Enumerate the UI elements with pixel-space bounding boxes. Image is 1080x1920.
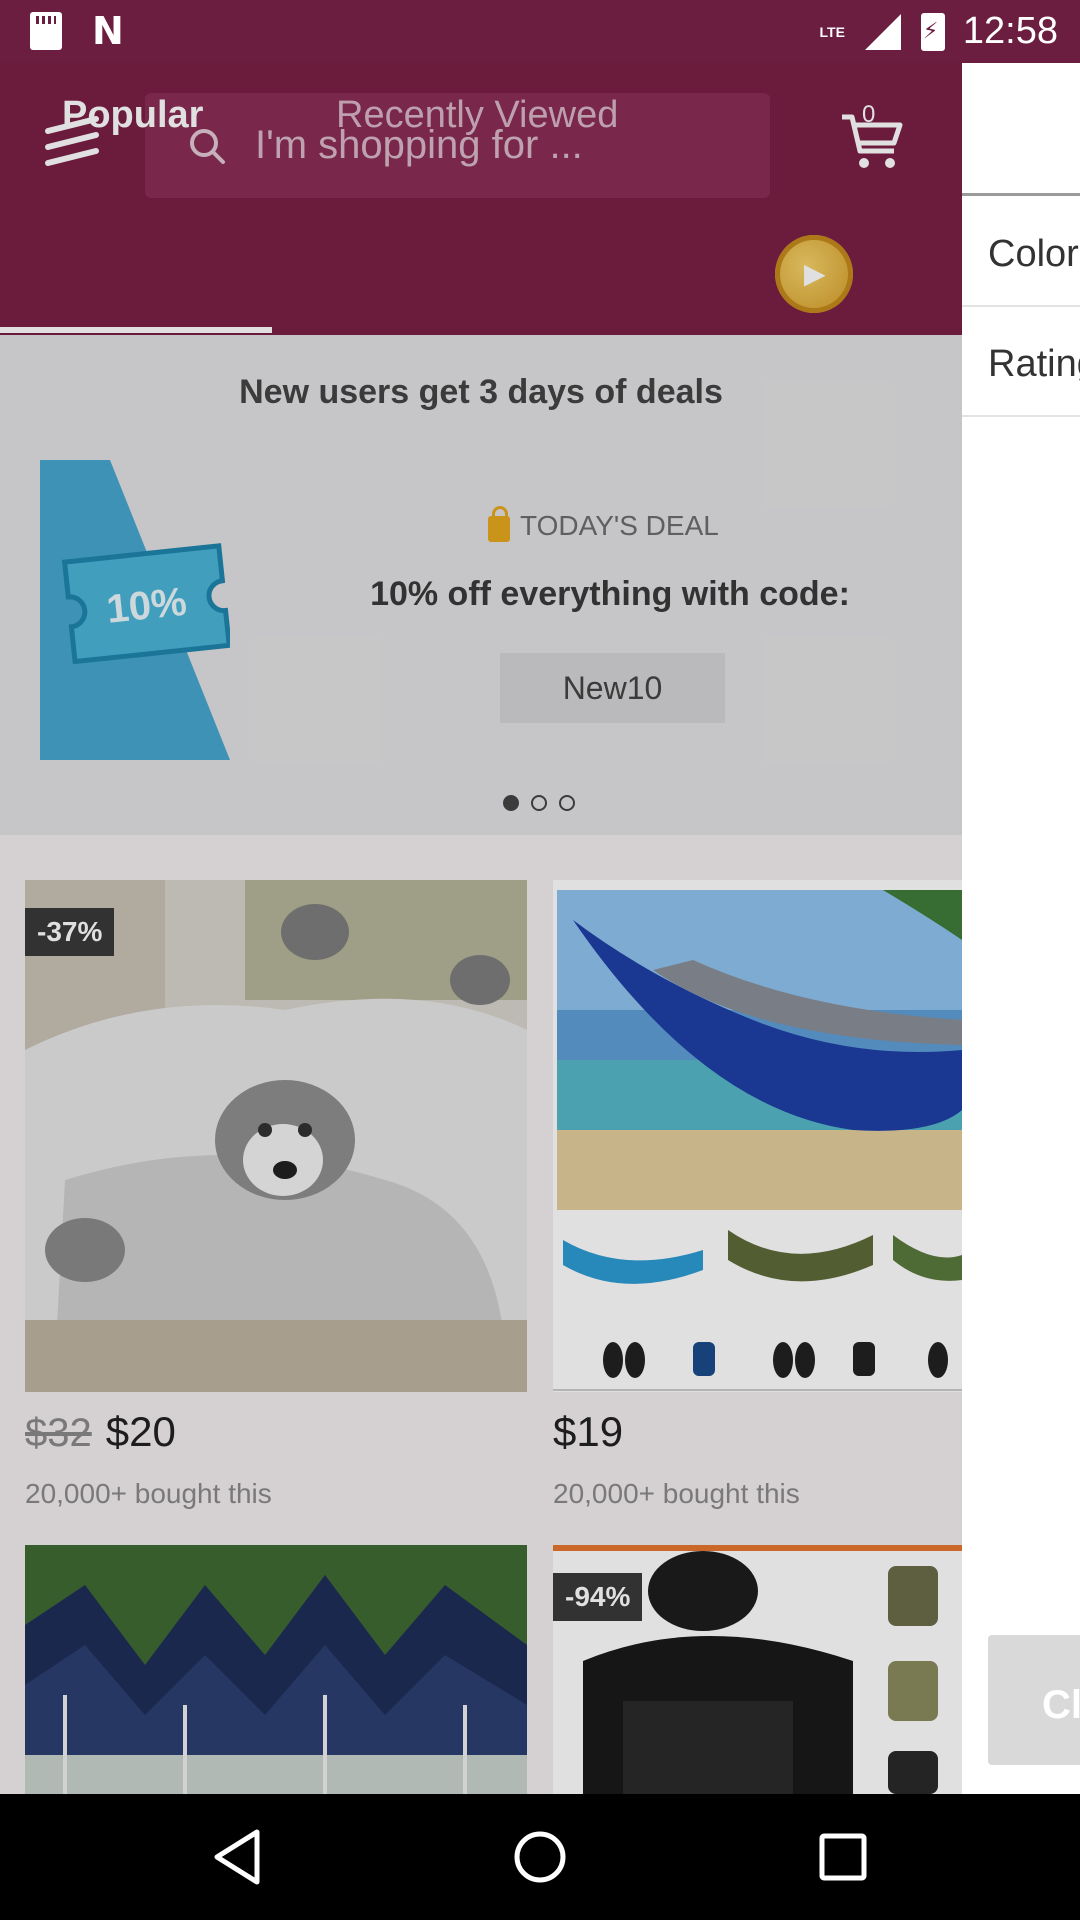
coin-play-icon[interactable] xyxy=(775,235,853,313)
drawer-divider xyxy=(962,193,1080,196)
tab-label: Popular xyxy=(62,93,204,136)
navigation-bar xyxy=(0,1794,1080,1920)
drawer-divider xyxy=(962,415,1080,417)
deal-label-text: TODAY'S DEAL xyxy=(520,510,719,541)
filter-color[interactable]: Color xyxy=(988,233,1079,276)
old-price: $32 xyxy=(25,1411,92,1455)
product-image-hammock xyxy=(553,880,962,1392)
product-card[interactable]: -37% $32 $20 20,000+ bought this xyxy=(25,880,527,1520)
discount-badge: -37% xyxy=(25,908,115,956)
sd-card-icon xyxy=(30,12,62,50)
battery-charging-icon xyxy=(920,12,945,51)
back-icon[interactable] xyxy=(205,1824,271,1890)
product-image-canopy xyxy=(25,1545,527,1794)
carousel-dot xyxy=(559,795,575,811)
cart-count-badge: 0 xyxy=(862,101,876,128)
price-row: $32 $20 xyxy=(25,1408,176,1456)
home-icon[interactable] xyxy=(507,1824,573,1890)
tab-popular[interactable]: Popular xyxy=(62,63,203,167)
discount-badge: -94% xyxy=(553,1573,643,1621)
banner-title: New users get 3 days of deals xyxy=(239,373,723,411)
product-card[interactable]: -94% xyxy=(553,1545,962,1794)
ticket-text: 10% xyxy=(105,580,189,632)
status-bar: N LTE 12:58 xyxy=(0,0,1080,63)
drawer-divider xyxy=(962,305,1080,307)
carousel-dot xyxy=(531,795,547,811)
filter-rating[interactable]: Rating xyxy=(988,343,1080,386)
tab-recently-viewed[interactable]: Recently Viewed xyxy=(336,63,618,167)
signal-icon xyxy=(864,13,901,50)
clock: 12:58 xyxy=(962,10,1058,52)
sold-count: 20,000+ bought this xyxy=(25,1478,272,1509)
n-notification-icon: N xyxy=(92,9,124,53)
carousel-dot xyxy=(503,795,519,811)
ticket-illustration: 10% xyxy=(40,460,230,760)
price: $19 xyxy=(553,1408,624,1455)
recents-icon[interactable] xyxy=(810,1824,876,1890)
todays-deal-label: TODAY'S DEAL xyxy=(488,506,719,542)
network-type: LTE xyxy=(819,23,845,40)
price-row: $19 xyxy=(553,1408,623,1456)
tab-label: Recently Viewed xyxy=(336,93,619,136)
active-tab-indicator xyxy=(0,327,272,333)
filter-drawer: Color Rating Cl xyxy=(962,63,1080,1794)
product-card[interactable]: $19 20,000+ bought this xyxy=(553,880,962,1520)
deal-text: 10% off everything with code: xyxy=(370,575,850,613)
sold-count: 20,000+ bought this xyxy=(553,1478,800,1509)
product-image-bedding xyxy=(25,880,527,1392)
price: $20 xyxy=(105,1408,176,1455)
promo-banner[interactable]: New users get 3 days of deals 10% TODAY'… xyxy=(0,335,962,835)
clear-button[interactable]: Cl xyxy=(988,1635,1080,1765)
app-screen: I'm shopping for ... 0 Popular Recently … xyxy=(0,63,962,1794)
carousel-indicator xyxy=(503,795,575,811)
lock-icon xyxy=(488,506,510,542)
product-card[interactable] xyxy=(25,1545,527,1794)
promo-code[interactable]: New10 xyxy=(500,653,725,723)
app-header: I'm shopping for ... 0 Popular Recently … xyxy=(0,63,962,335)
